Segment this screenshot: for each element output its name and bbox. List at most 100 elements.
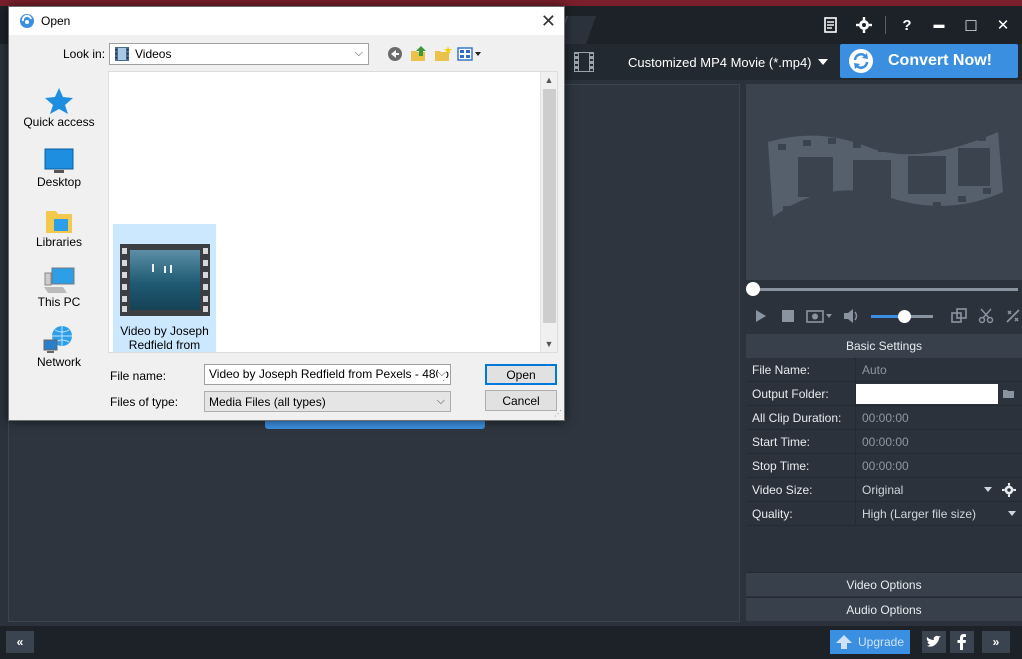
stop-icon[interactable]: [779, 307, 796, 325]
chevron-down-icon: ⌵: [354, 47, 363, 59]
profile-toolbar: Customized MP4 Movie (*.mp4) Convert Now…: [564, 44, 1022, 80]
file-name-input-value: Video by Joseph Redfield from Pexels - 4…: [209, 367, 451, 381]
copy-icon[interactable]: [951, 307, 968, 325]
chevron-down-icon: [984, 487, 992, 492]
snapshot-icon[interactable]: [806, 307, 833, 325]
look-in-row: Look in: Videos ⌵: [9, 41, 564, 67]
dialog-close-button[interactable]: ✕: [541, 11, 556, 32]
add-files-button[interactable]: [265, 421, 485, 429]
videos-folder-icon: [115, 47, 129, 61]
upgrade-label: Upgrade: [857, 635, 905, 649]
file-list-scrollbar[interactable]: ▲ ▼: [540, 72, 557, 352]
basic-settings-header: Basic Settings: [746, 334, 1022, 358]
collapse-button[interactable]: «: [6, 631, 34, 653]
convert-now-button[interactable]: Convert Now!: [840, 44, 1018, 78]
dialog-title: Open: [41, 14, 71, 28]
app-logo-icon: [20, 14, 34, 28]
minimize-button[interactable]: ▬: [928, 14, 950, 36]
open-file-dialog: Open ✕ Look in: Videos ⌵ Quick access De…: [8, 6, 565, 421]
file-name-value[interactable]: Auto: [856, 358, 1022, 381]
upgrade-button[interactable]: Upgrade: [830, 630, 910, 654]
setting-row-output-folder: Output Folder:: [746, 382, 1022, 406]
look-in-label: Look in:: [63, 47, 106, 61]
setting-row-file-name: File Name: Auto: [746, 358, 1022, 382]
file-name-label: File name:: [110, 369, 167, 383]
scroll-up-icon[interactable]: ▲: [541, 72, 557, 88]
file-list-view[interactable]: Video by Joseph Redfield from ▲ ▼: [108, 71, 558, 353]
scroll-thumb[interactable]: [543, 89, 556, 323]
desktop-icon: [44, 148, 74, 173]
place-label: Quick access: [23, 115, 95, 129]
file-item[interactable]: Video by Joseph Redfield from: [113, 224, 216, 352]
place-network[interactable]: Network: [13, 313, 105, 369]
file-name-input[interactable]: Video by Joseph Redfield from Pexels - 4…: [204, 364, 451, 385]
folder-open-icon[interactable]: [1002, 388, 1016, 400]
place-desktop[interactable]: Desktop: [13, 133, 105, 189]
setting-row-video-size: Video Size: Original: [746, 478, 1022, 502]
quality-select[interactable]: High (Larger file size): [856, 502, 1022, 525]
setting-label: Start Time:: [746, 430, 856, 453]
look-in-value: Videos: [135, 47, 172, 61]
view-menu-icon[interactable]: [457, 44, 483, 64]
place-this-pc[interactable]: This PC: [13, 253, 105, 309]
gear-icon[interactable]: [1002, 482, 1016, 497]
files-of-type-label: Files of type:: [110, 395, 179, 409]
look-in-select[interactable]: Videos ⌵: [109, 43, 369, 65]
files-of-type-select[interactable]: Media Files (all types) ⌵: [204, 391, 451, 412]
video-preview: [746, 84, 1022, 280]
resize-grip-icon[interactable]: ⋰: [554, 409, 562, 418]
seek-bar[interactable]: [744, 282, 1022, 298]
film-strip-icon: [574, 52, 594, 72]
convert-now-label: Convert Now!: [888, 52, 992, 69]
video-size-select[interactable]: Original: [856, 478, 1022, 501]
scroll-down-icon[interactable]: ▼: [541, 336, 557, 352]
chevron-down-icon: ⌵: [436, 395, 445, 407]
video-options-bar[interactable]: Video Options: [746, 572, 1022, 596]
start-time-value[interactable]: 00:00:00: [856, 430, 1022, 453]
open-button[interactable]: Open: [485, 364, 557, 385]
files-of-type-value: Media Files (all types): [209, 395, 326, 409]
scissors-icon[interactable]: [978, 307, 995, 325]
setting-label: Output Folder:: [746, 382, 856, 405]
volume-thumb[interactable]: [897, 309, 911, 323]
place-libraries[interactable]: Libraries: [13, 193, 105, 249]
video-thumbnail: [119, 244, 210, 316]
chevron-down-icon: [818, 59, 828, 65]
arrow-up-icon: [835, 635, 852, 649]
maximize-button[interactable]: □: [960, 14, 982, 36]
twitter-icon[interactable]: [922, 631, 946, 653]
place-label: Desktop: [36, 175, 82, 189]
quality-value: High (Larger file size): [862, 506, 977, 521]
up-folder-icon[interactable]: [409, 44, 429, 64]
output-format-label: Customized MP4 Movie (*.mp4): [628, 54, 812, 70]
audio-options-bar[interactable]: Audio Options: [746, 597, 1022, 621]
volume-slider[interactable]: [870, 309, 933, 323]
chevron-down-icon[interactable]: ⌵: [437, 367, 446, 380]
setting-label: Stop Time:: [746, 454, 856, 477]
computer-icon: [44, 267, 75, 293]
expand-button[interactable]: »: [982, 631, 1010, 653]
help-button[interactable]: ?: [896, 14, 918, 36]
setting-label: All Clip Duration:: [746, 406, 856, 429]
stop-time-value[interactable]: 00:00:00: [856, 454, 1022, 477]
app-close-button[interactable]: ✕: [992, 14, 1014, 36]
file-name-line1: Video by Joseph: [120, 324, 209, 338]
video-size-value: Original: [862, 482, 904, 497]
menu-list-icon[interactable]: [821, 14, 843, 36]
player-controls: [744, 302, 1022, 330]
new-folder-icon[interactable]: [433, 44, 453, 64]
cancel-button[interactable]: Cancel: [485, 390, 557, 411]
output-folder-input[interactable]: [856, 383, 998, 404]
back-icon[interactable]: [385, 44, 405, 64]
volume-icon[interactable]: [843, 307, 861, 325]
gear-icon[interactable]: [853, 14, 875, 36]
place-label: Libraries: [35, 235, 83, 249]
seek-thumb[interactable]: [746, 282, 760, 296]
refresh-icon: [849, 49, 873, 73]
place-quick-access[interactable]: Quick access: [13, 73, 105, 129]
facebook-icon[interactable]: [950, 631, 974, 653]
effects-icon[interactable]: [1005, 307, 1022, 325]
play-icon[interactable]: [752, 307, 769, 325]
setting-row-stop-time: Stop Time: 00:00:00: [746, 454, 1022, 478]
output-format-select[interactable]: Customized MP4 Movie (*.mp4): [604, 48, 836, 76]
